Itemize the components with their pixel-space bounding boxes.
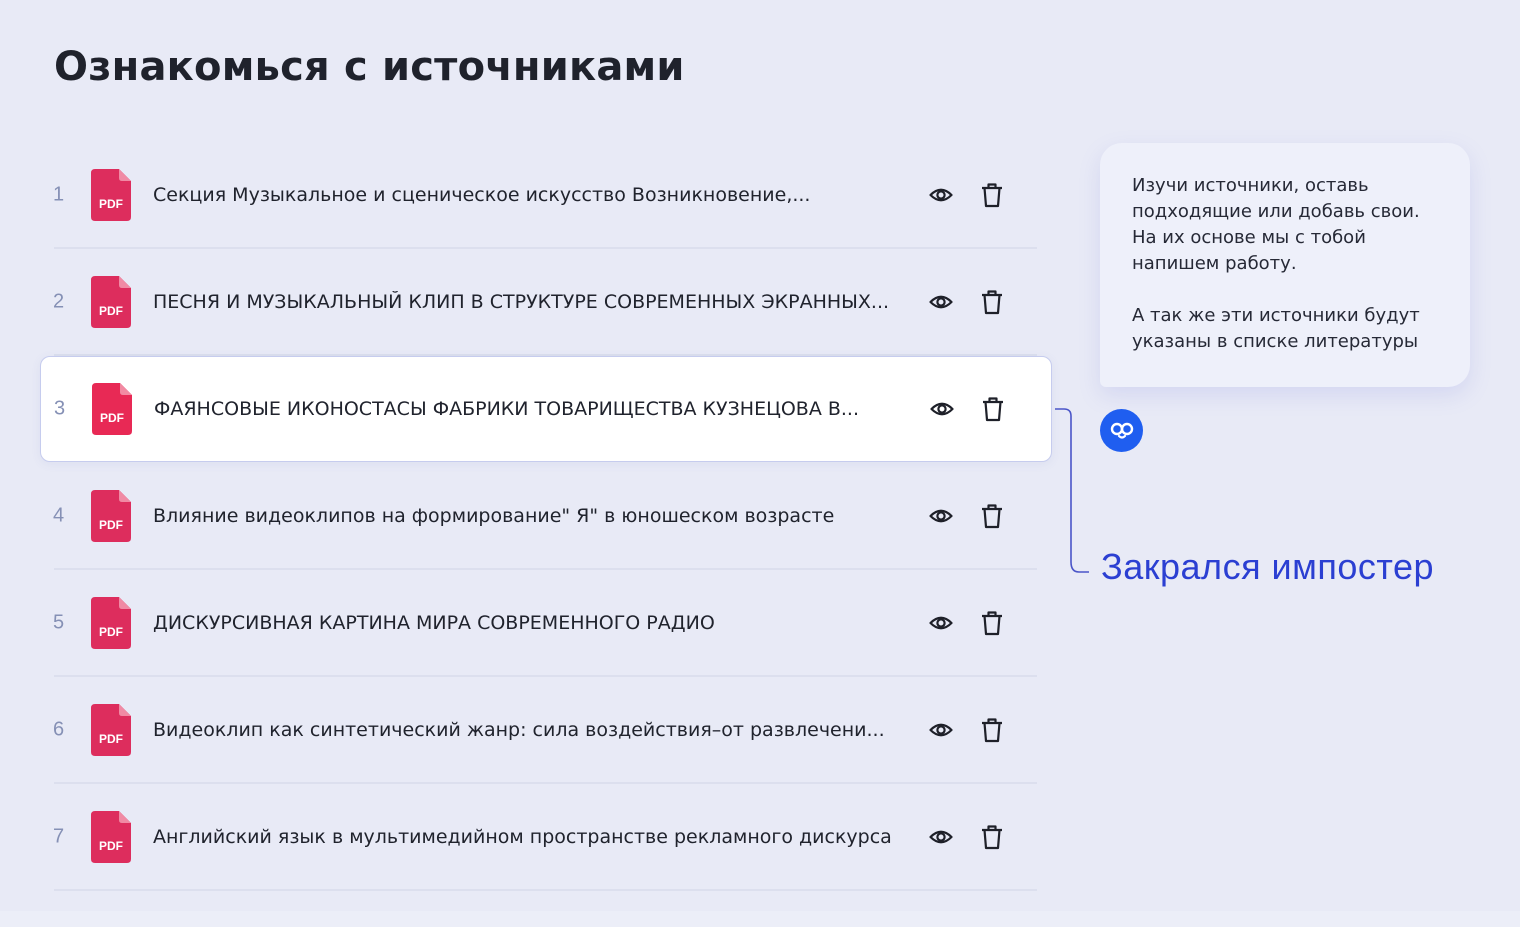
pdf-file-icon: PDF — [91, 276, 131, 328]
source-title[interactable]: ФАЯНСОВЫЕ ИКОНОСТАСЫ ФАБРИКИ ТОВАРИЩЕСТВ… — [154, 398, 894, 420]
svg-text:PDF: PDF — [99, 304, 123, 318]
source-row-1[interactable]: 1 PDF Секция Музыкальное и сценическое и… — [40, 142, 1052, 249]
svg-text:PDF: PDF — [99, 732, 123, 746]
assistant-tip-bubble: Изучи источники, оставь подходящие или д… — [1100, 143, 1470, 387]
tip-paragraph: Изучи источники, оставь подходящие или д… — [1132, 175, 1420, 274]
eye-icon[interactable] — [924, 820, 958, 854]
tip-paragraph: А так же эти источники будут указаны в с… — [1132, 305, 1420, 352]
source-row-3[interactable]: 3 PDF ФАЯНСОВЫЕ ИКОНОСТАСЫ ФАБРИКИ ТОВАР… — [40, 356, 1052, 462]
row-number: 2 — [53, 290, 65, 313]
svg-text:PDF: PDF — [99, 518, 123, 532]
row-number: 3 — [54, 397, 66, 420]
svg-text:PDF: PDF — [99, 197, 123, 211]
trash-icon[interactable] — [975, 285, 1009, 319]
row-number: 6 — [53, 718, 65, 741]
eye-icon[interactable] — [924, 499, 958, 533]
svg-text:PDF: PDF — [99, 625, 123, 639]
row-number: 5 — [53, 611, 65, 634]
source-title[interactable]: Влияние видеоклипов на формирование" Я" … — [153, 505, 893, 527]
eye-icon[interactable] — [924, 178, 958, 212]
pdf-file-icon: PDF — [91, 704, 131, 756]
source-title[interactable]: Английский язык в мультимедийном простра… — [153, 826, 893, 848]
svg-text:PDF: PDF — [100, 411, 124, 425]
source-title[interactable]: Секция Музыкальное и сценическое искусст… — [153, 184, 893, 206]
eye-icon[interactable] — [924, 713, 958, 747]
trash-icon[interactable] — [976, 392, 1010, 426]
row-number: 4 — [53, 504, 65, 527]
pdf-file-icon: PDF — [92, 383, 132, 435]
row-number: 7 — [53, 825, 65, 848]
trash-icon[interactable] — [975, 820, 1009, 854]
eye-icon[interactable] — [924, 606, 958, 640]
assistant-avatar-icon[interactable] — [1100, 409, 1143, 452]
source-title[interactable]: ПЕСНЯ И МУЗЫКАЛЬНЫЙ КЛИП В СТРУКТУРЕ СОВ… — [153, 291, 893, 313]
bottom-strip — [0, 911, 1520, 927]
source-row-4[interactable]: 4 PDF Влияние видеоклипов на формировани… — [40, 463, 1052, 570]
source-title[interactable]: ДИСКУРСИВНАЯ КАРТИНА МИРА СОВРЕМЕННОГО Р… — [153, 612, 893, 634]
source-list: 1 PDF Секция Музыкальное и сценическое и… — [40, 142, 1052, 891]
eye-icon[interactable] — [924, 285, 958, 319]
pdf-file-icon: PDF — [91, 811, 131, 863]
source-row-6[interactable]: 6 PDF Видеоклип как синтетический жанр: … — [40, 677, 1052, 784]
page-title: Ознакомься с источниками — [54, 44, 685, 90]
pdf-file-icon: PDF — [91, 169, 131, 221]
row-number: 1 — [53, 183, 65, 206]
trash-icon[interactable] — [975, 606, 1009, 640]
annotation-connector-line — [1055, 408, 1089, 573]
svg-text:PDF: PDF — [99, 839, 123, 853]
annotation-label: Закрался импостер — [1101, 546, 1435, 587]
pdf-file-icon: PDF — [91, 597, 131, 649]
source-row-5[interactable]: 5 PDF ДИСКУРСИВНАЯ КАРТИНА МИРА СОВРЕМЕН… — [40, 570, 1052, 677]
trash-icon[interactable] — [975, 499, 1009, 533]
source-row-7[interactable]: 7 PDF Английский язык в мультимедийном п… — [40, 784, 1052, 891]
trash-icon[interactable] — [975, 713, 1009, 747]
source-title[interactable]: Видеоклип как синтетический жанр: сила в… — [153, 719, 893, 741]
trash-icon[interactable] — [975, 178, 1009, 212]
eye-icon[interactable] — [925, 392, 959, 426]
pdf-file-icon: PDF — [91, 490, 131, 542]
source-row-2[interactable]: 2 PDF ПЕСНЯ И МУЗЫКАЛЬНЫЙ КЛИП В СТРУКТУ… — [40, 249, 1052, 356]
